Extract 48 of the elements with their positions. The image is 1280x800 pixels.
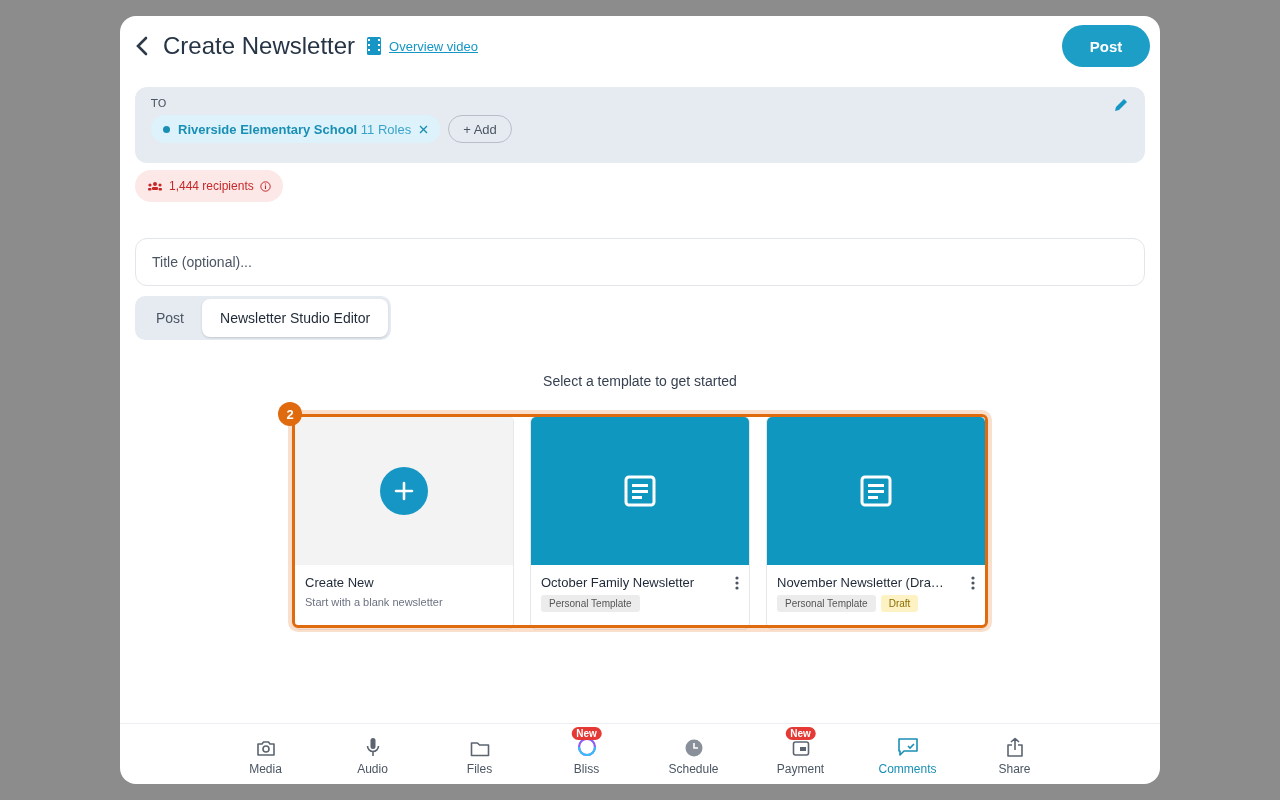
- people-icon: [147, 181, 163, 191]
- microphone-icon: [365, 737, 380, 757]
- toolbar-button[interactable]: New Bliss: [533, 724, 640, 784]
- wallet-icon: [791, 739, 810, 757]
- toolbar-button[interactable]: Comments: [854, 724, 961, 784]
- document-icon: [624, 475, 656, 507]
- template-subtitle: Start with a blank newsletter: [305, 596, 444, 608]
- film-icon: [367, 37, 382, 55]
- toolbar-button[interactable]: Share: [961, 724, 1068, 784]
- folder-icon: [469, 741, 490, 757]
- editor-tab[interactable]: Newsletter Studio Editor: [202, 299, 389, 337]
- template-title: Create New: [305, 575, 374, 590]
- template-tag: Personal Template: [541, 595, 640, 612]
- title-field[interactable]: Title (optional)...: [135, 238, 1145, 286]
- to-label: TO: [151, 97, 167, 110]
- dialog-title: Create Newsletter: [163, 32, 356, 60]
- new-badge: New: [571, 727, 602, 740]
- template-card[interactable]: November Newsletter (Dra… Personal Template Draft: [766, 416, 986, 630]
- template-prompt: Select a template to get started: [542, 373, 738, 389]
- recipient-count: 1,444 recipients: [169, 179, 254, 193]
- share-icon: [1005, 737, 1024, 757]
- template-tag: Personal Template: [777, 595, 876, 612]
- clock-icon: [684, 739, 703, 757]
- document-icon: [860, 475, 892, 507]
- pencil-icon[interactable]: [1113, 97, 1129, 113]
- new-badge: New: [785, 727, 816, 740]
- comment-check-icon: [896, 737, 919, 757]
- toolbar-button[interactable]: Files: [426, 724, 533, 784]
- info-icon[interactable]: [259, 180, 271, 192]
- template-title: November Newsletter (Dra…: [777, 575, 944, 590]
- more-icon[interactable]: [735, 575, 739, 590]
- template-tag: Draft: [880, 595, 919, 612]
- toolbar-button[interactable]: Audio: [319, 724, 426, 784]
- step-number-badge: 2: [278, 402, 302, 426]
- more-icon[interactable]: [971, 575, 975, 590]
- camera-icon: [255, 739, 276, 757]
- toolbar-button[interactable]: New Payment: [747, 724, 854, 784]
- editor-tab[interactable]: Post: [138, 299, 202, 337]
- template-title: October Family Newsletter: [541, 575, 695, 590]
- add-icon[interactable]: [380, 467, 428, 515]
- toolbar-button[interactable]: Schedule: [640, 724, 747, 784]
- template-card[interactable]: October Family Newsletter Personal Template: [530, 416, 750, 630]
- overview-video-link[interactable]: Overview video: [389, 38, 478, 54]
- back-icon[interactable]: [135, 35, 149, 57]
- remove-icon[interactable]: [419, 124, 429, 134]
- dot-icon: [163, 125, 170, 133]
- template-card[interactable]: Create New Start with a blank newsletter: [294, 416, 514, 630]
- toolbar-button[interactable]: Media: [212, 724, 319, 784]
